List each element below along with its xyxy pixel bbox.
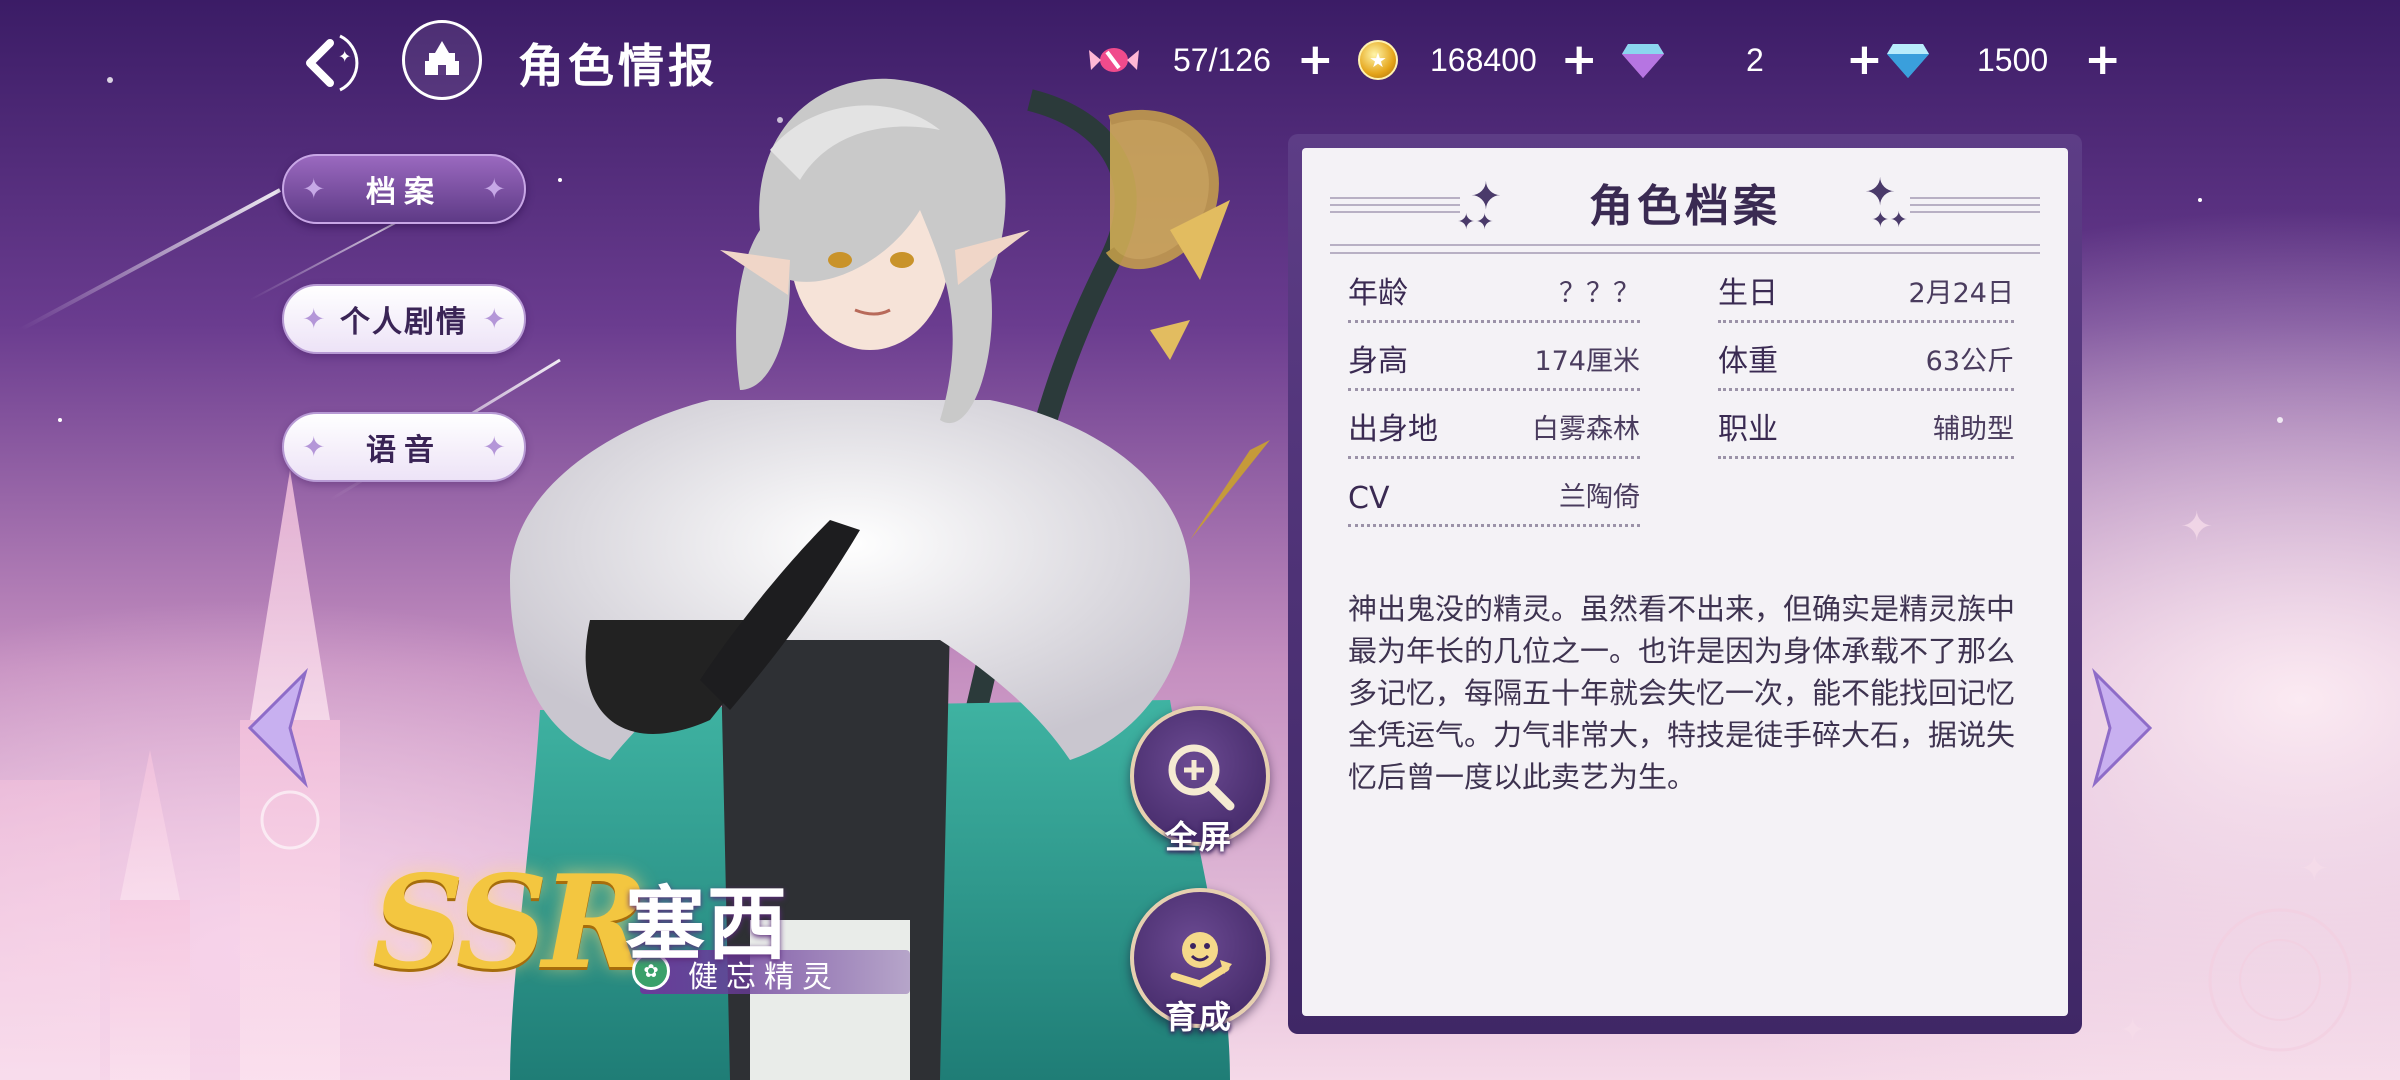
field-weight: 体重 63公斤 [1718, 336, 2014, 391]
back-button[interactable]: ✦ [285, 28, 365, 98]
field-label: 生日 [1718, 276, 1778, 311]
tab-personal-story-label: 个人剧情 [340, 305, 468, 340]
gem-b-plus-button[interactable]: + [2084, 38, 2121, 82]
field-value: 174厘米 [1534, 346, 1640, 377]
svg-text:✦: ✦ [338, 47, 351, 66]
field-cv: CV 兰陶倚 [1348, 472, 1640, 527]
arrow-right-icon[interactable] [2085, 668, 2155, 788]
field-label: 年龄 [1348, 276, 1408, 311]
svg-text:✦: ✦ [2120, 1013, 2145, 1048]
field-age: 年龄 ？？？ [1348, 268, 1640, 323]
field-value: 辅助型 [1933, 414, 2014, 445]
field-birthday: 生日 2月24日 [1718, 268, 2014, 323]
field-label: 职业 [1718, 412, 1778, 447]
field-origin: 出身地 白雾森林 [1348, 404, 1640, 459]
title-decoration-right [1910, 197, 2040, 213]
rarity-badge: SSR [372, 848, 648, 998]
field-value: ？？？ [1559, 278, 1640, 309]
gem-a-counter: 2 + [1620, 22, 1883, 98]
gold-coin-icon: ★ [1358, 40, 1398, 80]
fullscreen-label: 全屏 [1165, 818, 1234, 856]
field-value: 2月24日 [1908, 278, 2014, 309]
develop-icon [1170, 932, 1232, 988]
pink-gem-icon [1622, 44, 1664, 78]
field-label: CV [1348, 481, 1390, 516]
gem-b-value: 1500 [1977, 41, 2049, 78]
gold-counter: ★ 168400 + [1358, 22, 1598, 98]
gem-a-plus-button[interactable]: + [1846, 38, 1883, 82]
character-subtitle: 健忘精灵 [688, 960, 840, 995]
svg-text:✦: ✦ [2180, 504, 2214, 550]
field-value: 63公斤 [1925, 346, 2014, 377]
svg-text:✦: ✦ [2300, 849, 2329, 889]
field-value: 白雾森林 [1532, 414, 1640, 445]
back-icon: ✦ [306, 34, 359, 92]
gold-plus-button[interactable]: + [1561, 38, 1598, 82]
title-divider [1330, 244, 2040, 254]
tab-profile-label: 档案 [366, 175, 442, 210]
gem-a-value: 2 [1746, 41, 1764, 78]
field-label: 身高 [1348, 344, 1408, 379]
field-label: 出身地 [1348, 412, 1438, 447]
sparkle-icon: ✦✦ [1871, 208, 1908, 233]
stamina-plus-button[interactable]: + [1297, 38, 1334, 82]
profile-panel: ✦ ✦✦ 角色档案 ✦ ✦✦ 年龄 ？？？ 生日 2月24日 身高 174厘米 … [1302, 148, 2068, 1016]
gem-b-counter: 1500 + [1885, 22, 2121, 98]
zoom-icon [1168, 744, 1235, 811]
arrow-left-icon[interactable] [245, 668, 315, 788]
blue-gem-icon [1887, 44, 1929, 78]
gold-value: 168400 [1430, 41, 1537, 78]
field-occupation: 职业 辅助型 [1718, 404, 2014, 459]
profile-description: 神出鬼没的精灵。虽然看不出来，但确实是精灵族中最为年长的几位之一。也许是因为身体… [1348, 592, 2016, 794]
sparkle-icon: ✦ [302, 430, 326, 464]
field-label: 体重 [1718, 344, 1778, 379]
sparkle-icon: ✦ [302, 302, 326, 336]
field-height: 身高 174厘米 [1348, 336, 1640, 391]
tab-voice-label: 语音 [366, 433, 442, 468]
field-value: 兰陶倚 [1559, 482, 1640, 513]
sparkle-icon: ✦ [302, 172, 326, 206]
home-castle-icon [425, 41, 459, 75]
develop-label: 育成 [1165, 998, 1234, 1036]
